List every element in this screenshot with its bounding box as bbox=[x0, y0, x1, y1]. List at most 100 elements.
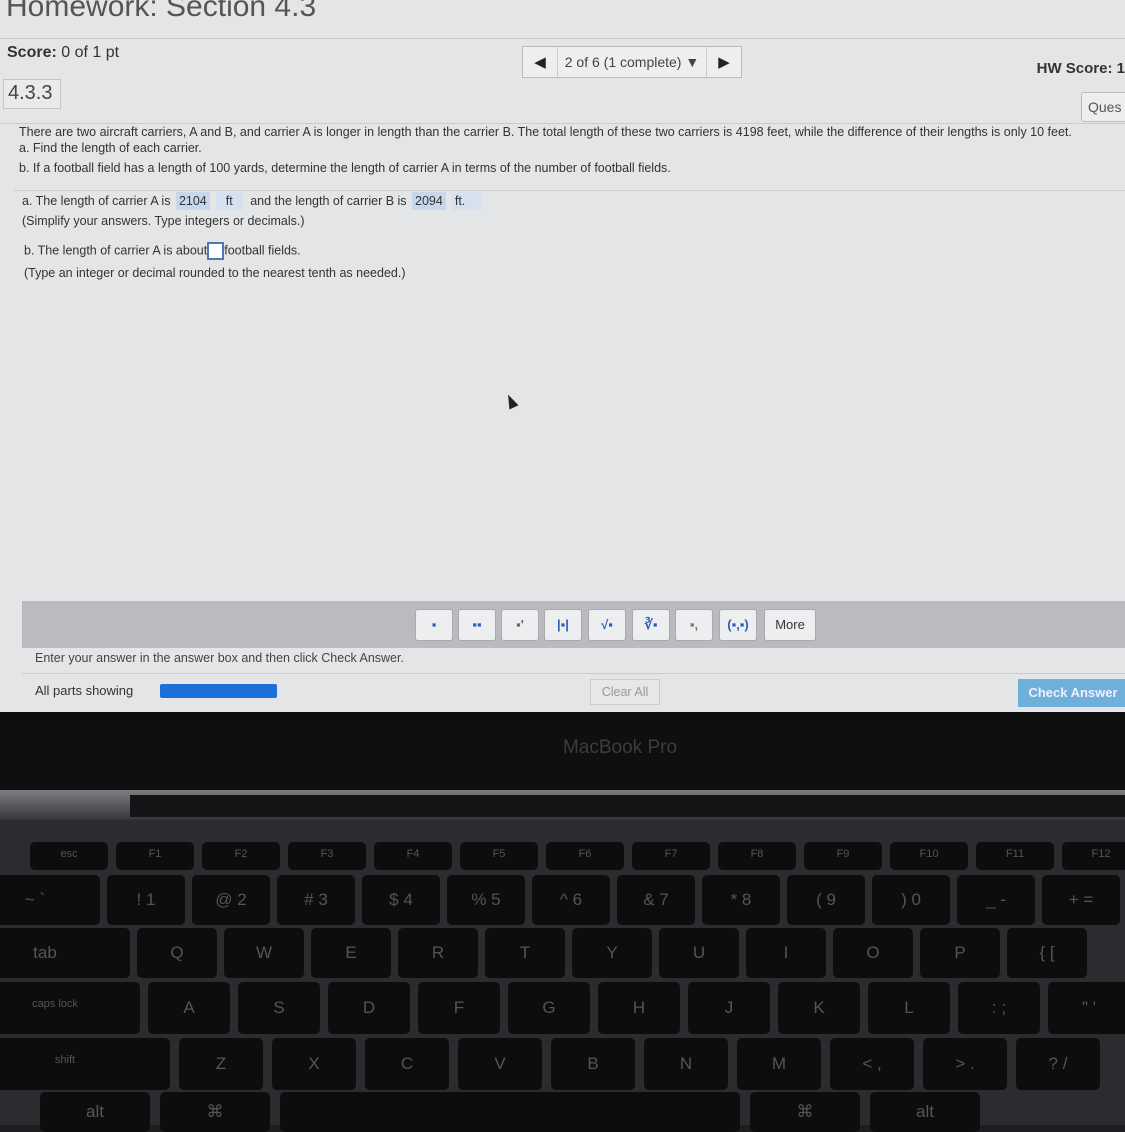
key[interactable]: F10 bbox=[890, 842, 968, 870]
hw-score: HW Score: 1 bbox=[1036, 60, 1125, 77]
clear-all-button[interactable]: Clear All bbox=[590, 679, 660, 705]
carrier-a-unit[interactable]: ft bbox=[215, 192, 243, 210]
key[interactable]: K bbox=[778, 982, 860, 1034]
key[interactable]: % 5 bbox=[447, 875, 525, 925]
key[interactable]: < , bbox=[830, 1038, 914, 1090]
key[interactable]: ( 9 bbox=[787, 875, 865, 925]
check-answer-button[interactable]: Check Answer bbox=[1018, 679, 1125, 707]
key[interactable]: T bbox=[485, 928, 565, 978]
key-label: F bbox=[453, 998, 465, 1017]
key[interactable]: U bbox=[659, 928, 739, 978]
key[interactable]: & 7 bbox=[617, 875, 695, 925]
key[interactable]: " ' bbox=[1048, 982, 1125, 1034]
key[interactable]: F8 bbox=[718, 842, 796, 870]
square-root-icon[interactable]: √▪ bbox=[588, 609, 626, 641]
more-button[interactable]: More bbox=[764, 609, 816, 641]
key[interactable]: : ; bbox=[958, 982, 1040, 1034]
key[interactable]: _ - bbox=[957, 875, 1035, 925]
key[interactable]: N bbox=[644, 1038, 728, 1090]
key[interactable]: Y bbox=[572, 928, 652, 978]
key[interactable]: D bbox=[328, 982, 410, 1034]
key[interactable]: H bbox=[598, 982, 680, 1034]
key[interactable]: tab bbox=[0, 928, 130, 978]
key[interactable]: X bbox=[272, 1038, 356, 1090]
key[interactable]: caps lock bbox=[0, 982, 140, 1034]
key[interactable]: ! 1 bbox=[107, 875, 185, 925]
key[interactable]: Z bbox=[179, 1038, 263, 1090]
key[interactable]: ⌘ bbox=[750, 1092, 860, 1132]
answer-a-prefix: a. The length of carrier A is bbox=[22, 194, 171, 208]
key[interactable]: F9 bbox=[804, 842, 882, 870]
carrier-a-input[interactable]: 2104 bbox=[175, 192, 210, 210]
key[interactable]: F5 bbox=[460, 842, 538, 870]
key[interactable]: alt bbox=[40, 1092, 150, 1132]
caret-down-icon: ▼ bbox=[685, 54, 700, 70]
key-label: " ' bbox=[1081, 998, 1096, 1017]
nth-root-icon[interactable]: ∛▪ bbox=[632, 609, 670, 641]
key[interactable]: @ 2 bbox=[192, 875, 270, 925]
key[interactable]: + = bbox=[1042, 875, 1120, 925]
key-label: @ 2 bbox=[215, 890, 247, 909]
key[interactable]: J bbox=[688, 982, 770, 1034]
problem-part-a: a. Find the length of each carrier. bbox=[19, 141, 202, 155]
key[interactable]: ) 0 bbox=[872, 875, 950, 925]
key[interactable]: { [ bbox=[1007, 928, 1087, 978]
key[interactable]: Q bbox=[137, 928, 217, 978]
key-label: ? / bbox=[1048, 1054, 1068, 1073]
key[interactable]: E bbox=[311, 928, 391, 978]
key[interactable]: P bbox=[920, 928, 1000, 978]
absolute-value-icon[interactable]: |▪| bbox=[544, 609, 582, 641]
key[interactable]: S bbox=[238, 982, 320, 1034]
key[interactable]: V bbox=[458, 1038, 542, 1090]
mixed-number-icon[interactable]: ▪▪ bbox=[458, 609, 496, 641]
key[interactable]: alt bbox=[870, 1092, 980, 1132]
problem-intro: There are two aircraft carriers, A and B… bbox=[19, 125, 1072, 139]
key-label: C bbox=[400, 1054, 414, 1073]
football-fields-input[interactable] bbox=[207, 242, 225, 260]
key[interactable]: shift bbox=[0, 1038, 170, 1090]
exponent-icon[interactable]: ▪' bbox=[501, 609, 539, 641]
key[interactable]: F12 bbox=[1062, 842, 1125, 870]
key[interactable]: L bbox=[868, 982, 950, 1034]
key[interactable]: F1 bbox=[116, 842, 194, 870]
key[interactable]: F11 bbox=[976, 842, 1054, 870]
key[interactable]: O bbox=[833, 928, 913, 978]
question-help-button[interactable]: Ques bbox=[1081, 92, 1125, 122]
key[interactable]: C bbox=[365, 1038, 449, 1090]
key-label: Z bbox=[215, 1054, 227, 1073]
key[interactable]: R bbox=[398, 928, 478, 978]
next-question-button[interactable]: ▶ bbox=[707, 53, 741, 71]
key[interactable]: # 3 bbox=[277, 875, 355, 925]
key[interactable]: F3 bbox=[288, 842, 366, 870]
key[interactable]: G bbox=[508, 982, 590, 1034]
key[interactable]: ⌘ bbox=[160, 1092, 270, 1132]
ordered-pair-icon[interactable]: (▪,▪) bbox=[719, 609, 757, 641]
question-dropdown[interactable]: 2 of 6 (1 complete) ▼ bbox=[557, 47, 707, 77]
key[interactable]: $ 4 bbox=[362, 875, 440, 925]
key[interactable]: I bbox=[746, 928, 826, 978]
carrier-b-unit[interactable]: ft. bbox=[451, 192, 482, 210]
key[interactable]: W bbox=[224, 928, 304, 978]
key[interactable]: F7 bbox=[632, 842, 710, 870]
answer-a-line: a. The length of carrier A is 2104 ft and… bbox=[22, 192, 485, 210]
key[interactable]: esc bbox=[30, 842, 108, 870]
key[interactable]: F4 bbox=[374, 842, 452, 870]
previous-question-button[interactable]: ◀ bbox=[523, 53, 557, 71]
key[interactable] bbox=[280, 1092, 740, 1132]
carrier-b-input[interactable]: 2094 bbox=[412, 192, 446, 210]
key[interactable]: > . bbox=[923, 1038, 1007, 1090]
key[interactable]: M bbox=[737, 1038, 821, 1090]
decimal-icon[interactable]: ▪, bbox=[675, 609, 713, 641]
key[interactable]: ^ 6 bbox=[532, 875, 610, 925]
key[interactable]: ~ ` bbox=[0, 875, 100, 925]
key[interactable]: ? / bbox=[1016, 1038, 1100, 1090]
key-label: esc bbox=[60, 848, 78, 860]
key[interactable]: B bbox=[551, 1038, 635, 1090]
key[interactable]: * 8 bbox=[702, 875, 780, 925]
key[interactable]: A bbox=[148, 982, 230, 1034]
key[interactable]: F bbox=[418, 982, 500, 1034]
key[interactable]: F6 bbox=[546, 842, 624, 870]
key-label: _ - bbox=[986, 890, 1006, 909]
key[interactable]: F2 bbox=[202, 842, 280, 870]
fraction-icon[interactable]: ▪ bbox=[415, 609, 453, 641]
